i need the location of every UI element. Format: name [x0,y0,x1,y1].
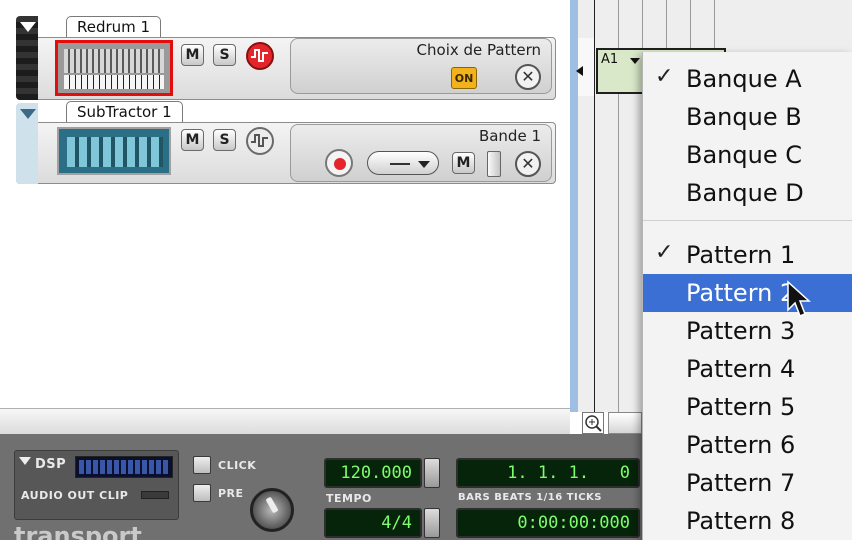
position-label: BARS BEATS 1/16 TICKS [458,492,603,503]
track-fold-handle[interactable] [16,103,38,184]
magnifier-icon [585,415,602,432]
clip-label: A1 [601,52,619,67]
monitor-button[interactable] [246,42,274,70]
chevron-down-icon [418,161,430,168]
menu-item-pattern-6[interactable]: Pattern 6 [643,426,852,464]
sequencer-lane-panel: Bande 1 M ✕ [290,124,552,182]
mute-button[interactable]: M [181,44,204,66]
song-position-line [594,0,595,412]
chevron-down-icon[interactable] [19,457,31,465]
menu-item-pattern-7[interactable]: Pattern 7 [643,464,852,502]
menu-item-banque-c[interactable]: Banque C [643,136,852,174]
fold-triangle-icon[interactable] [20,109,36,119]
signature-display[interactable]: 4/4 [324,508,422,538]
click-label: CLICK [218,459,257,472]
menu-item-pattern-3[interactable]: Pattern 3 [643,312,852,350]
transport-logo: transport [14,526,142,540]
close-icon[interactable]: ✕ [515,64,541,90]
panel-title: Choix de Pattern [416,41,541,59]
track-name-tab[interactable]: SubTractor 1 [66,101,183,123]
menu-item-banque-d[interactable]: Banque D [643,174,852,212]
fold-triangle-icon[interactable] [20,22,36,32]
lane-title: Bande 1 [478,127,541,145]
monitor-button[interactable] [246,127,274,155]
click-checkbox[interactable] [193,456,211,474]
lane-select-dropdown[interactable] [367,151,439,175]
signature-stepper[interactable] [424,508,440,538]
menu-item-banque-b[interactable]: Banque B [643,98,852,136]
solo-button[interactable]: S [213,44,236,66]
lane-mute-button[interactable]: M [452,152,475,174]
position-display[interactable]: 1. 1. 1. 0 [456,458,640,488]
chevron-down-icon[interactable] [630,58,640,64]
lane-level-fader[interactable] [487,151,501,177]
close-icon[interactable]: ✕ [515,151,541,177]
menu-item-banque-a[interactable]: Banque A [643,60,852,98]
redrum-device-icon[interactable] [55,40,173,96]
time-display[interactable]: 0:00:00:000 [456,508,640,538]
click-level-knob[interactable] [250,488,294,532]
clip-indicator [141,491,169,499]
menu-item-pattern-4[interactable]: Pattern 4 [643,350,852,388]
menu-separator [643,220,852,221]
menu-item-pattern-1[interactable]: Pattern 1 [643,236,852,274]
pattern-control-panel: Choix de Pattern ON ✕ [290,38,552,94]
mute-button[interactable]: M [181,129,204,151]
pattern-popup-menu: ✓ Banque A Banque B Banque C Banque D ✓ … [642,52,852,540]
dsp-label: DSP [35,457,67,472]
pre-label: PRE [218,487,244,500]
pre-checkbox[interactable] [193,484,211,502]
audio-out-clip-label: AUDIO OUT CLIP [21,489,129,502]
splitter-bar[interactable] [570,0,578,412]
horizontal-scrollbar[interactable] [0,408,570,434]
menu-item-pattern-8[interactable]: Pattern 8 [643,502,852,540]
waveform-icon [251,134,268,147]
subtractor-device-icon[interactable] [57,127,171,175]
tempo-display[interactable]: 120.000 [324,458,422,488]
menu-item-pattern-5[interactable]: Pattern 5 [643,388,852,426]
zoom-slider[interactable] [608,412,642,434]
waveform-icon [251,49,268,62]
record-icon [334,158,346,170]
menu-item-pattern-2[interactable]: Pattern 2 [643,274,852,312]
sequencer-track-list: Redrum 1 M S Choix de Pattern ON ✕ SubTr… [0,0,570,412]
dsp-meter [75,456,173,478]
tempo-label: TEMPO [326,492,372,505]
mouse-cursor-icon [787,280,811,317]
dsp-section: DSP AUDIO OUT CLIP [14,450,179,520]
solo-button[interactable]: S [213,129,236,151]
tempo-stepper[interactable] [424,458,440,488]
track-name-tab[interactable]: Redrum 1 [66,16,162,38]
pattern-on-button[interactable]: ON [451,67,477,89]
track-fold-handle[interactable] [16,16,38,100]
zoom-in-button[interactable] [582,412,604,434]
pattern-lane-arrow-icon[interactable] [576,66,583,76]
record-button[interactable] [325,149,353,177]
